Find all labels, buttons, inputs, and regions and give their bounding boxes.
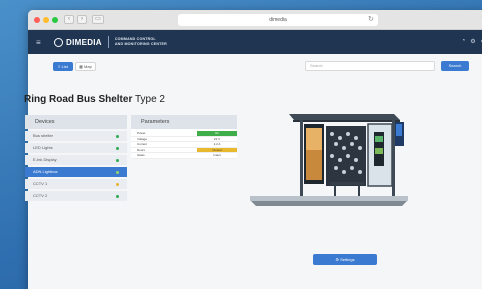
parameters-table: Power On Voltage 22 V Current 2.2 A Doors Close… xyxy=(131,129,237,159)
brand-name: DIMEDIA xyxy=(66,37,102,47)
status-dot-icon xyxy=(116,194,119,198)
user-icon[interactable]: ◔ xyxy=(462,38,466,45)
device-item-label: E-Ink Display xyxy=(33,157,57,162)
info-display-band xyxy=(375,136,383,142)
device-item[interactable]: Bus shelter xyxy=(25,131,127,141)
devices-header: Devices xyxy=(25,115,127,129)
device-item-label: Bus shelter xyxy=(33,133,54,138)
parameter-name: Voltage xyxy=(137,136,148,141)
status-dot-icon xyxy=(116,182,119,186)
bench-leg-left xyxy=(334,185,336,196)
app-subtitle: COMMAND CONTROL AND MONITORING CENTER xyxy=(115,37,167,46)
list-view-button[interactable]: ≡ List xyxy=(53,61,73,71)
parameters-panel: Parameters Power On Voltage 22 V Current 2.2 … xyxy=(131,115,237,159)
status-dot-icon xyxy=(116,146,119,150)
devices-panel: Devices Bus shelter LED Lights E-Ink Displ… xyxy=(25,115,127,201)
platform-top xyxy=(250,196,408,201)
parameter-value: On xyxy=(197,131,237,136)
menu-icon[interactable]: ≡ xyxy=(36,38,46,47)
address-bar[interactable]: dimedia xyxy=(178,14,378,26)
post-left xyxy=(300,120,303,196)
view-toolbar: ≡ List ▦ Map Search Search xyxy=(28,54,482,78)
subtitle-line-2: AND MONITORING CENTER xyxy=(114,42,167,46)
device-item-label: CCTV 1 xyxy=(33,181,48,186)
parameter-value: 22 V xyxy=(197,136,237,141)
reload-icon[interactable]: ↻ xyxy=(368,14,374,26)
map-view-button[interactable]: ▦ Map xyxy=(75,61,96,71)
header-icons: ◔ ⚙ ⚙ xyxy=(462,38,482,45)
bench-seat xyxy=(330,182,364,185)
search-input[interactable]: Search xyxy=(305,61,435,71)
device-item-label: LED Lights xyxy=(33,145,53,150)
page-title-bold: Ring Road Bus Shelter xyxy=(24,94,133,105)
page-title-type: Type 2 xyxy=(132,94,165,105)
side-totem-screen xyxy=(396,124,402,136)
bench-leg-right xyxy=(358,185,360,196)
page-title: Ring Road Bus Shelter Type 2 xyxy=(24,94,165,105)
device-item-label: ADN Lightbox xyxy=(33,169,58,174)
device-item[interactable]: CCTV 1 xyxy=(25,179,127,189)
app-logo: DIMEDIA xyxy=(54,37,102,47)
device-item[interactable]: E-Ink Display xyxy=(25,155,127,165)
zoom-window-dot[interactable] xyxy=(52,16,58,23)
browser-chrome: ‹ › ▭ dimedia ↻ ⇪ xyxy=(28,10,482,30)
search-button[interactable]: Search xyxy=(441,61,469,71)
settings-button[interactable]: ⚙ Settings xyxy=(313,254,377,265)
parameter-row: Glass Intact xyxy=(131,153,237,159)
close-window-dot[interactable] xyxy=(34,16,40,23)
logo-ring-icon xyxy=(54,37,63,47)
minimize-window-dot[interactable] xyxy=(43,16,49,23)
parameter-name: Current xyxy=(137,142,148,146)
parameters-header: Parameters xyxy=(131,115,237,129)
status-dot-icon xyxy=(116,158,119,162)
parameter-name: Power xyxy=(137,131,146,135)
device-item[interactable]: LED Lights xyxy=(25,143,127,153)
parameter-name: Doors xyxy=(137,147,146,152)
device-list: Bus shelter LED Lights E-Ink Display ADN Li… xyxy=(25,131,127,201)
parameter-name: Glass xyxy=(137,153,145,157)
shelter-roof-edge xyxy=(293,120,400,122)
device-item[interactable]: CCTV 2 xyxy=(25,191,127,201)
parameter-value: Closed xyxy=(197,147,237,152)
back-button[interactable]: ‹ xyxy=(64,15,74,24)
parameter-value: 2.2 A xyxy=(197,142,237,147)
device-item[interactable]: ADN Lightbox xyxy=(25,167,127,177)
status-dot-icon xyxy=(116,170,119,174)
info-display-band-2 xyxy=(375,148,383,154)
device-item-label: CCTV 2 xyxy=(33,193,48,198)
sidebar-toggle-icon[interactable]: ▭ xyxy=(92,15,104,24)
header-divider xyxy=(107,36,109,48)
bus-shelter-illustration xyxy=(250,114,408,206)
post-right xyxy=(392,120,395,196)
ad-lightbox-highlight xyxy=(306,128,322,150)
shelter-roof xyxy=(289,114,400,120)
status-dot-icon xyxy=(116,134,119,138)
parameter-value: Intact xyxy=(197,153,237,158)
app-header: ≡ DIMEDIA COMMAND CONTROL AND MONITORING… xyxy=(28,30,482,54)
gear-icon[interactable]: ⚙ xyxy=(470,38,475,45)
forward-button[interactable]: › xyxy=(77,15,87,24)
